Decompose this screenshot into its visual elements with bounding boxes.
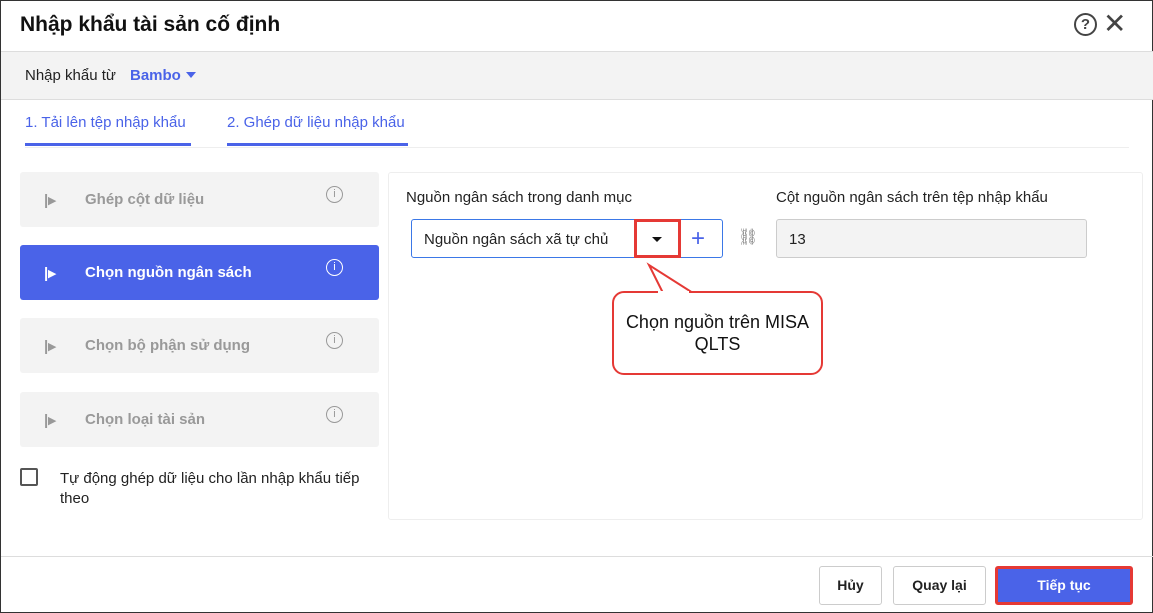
info-icon[interactable]: i	[326, 332, 343, 349]
caret-down-icon[interactable]	[186, 72, 196, 78]
info-icon[interactable]: i	[326, 259, 343, 276]
dropdown-button[interactable]	[634, 219, 681, 258]
link-icon: ⛓	[738, 229, 759, 246]
column-label: Cột nguồn ngân sách trên tệp nhập khẩu	[776, 189, 1048, 206]
callout-joint	[658, 291, 689, 295]
column-field[interactable]: 13	[776, 219, 1087, 258]
step-department[interactable]: |▸ Chọn bộ phận sử dụng i	[20, 318, 379, 373]
cancel-button[interactable]: Hủy	[819, 566, 882, 605]
step-icon: |▸	[44, 338, 56, 355]
import-from-label: Nhập khẩu từ	[25, 67, 116, 84]
step-icon: |▸	[44, 412, 56, 429]
tab-divider	[25, 147, 1129, 148]
auto-match-checkbox[interactable]	[20, 468, 38, 486]
auto-match-label: Tự động ghép dữ liệu cho lần nhập khẩu t…	[60, 470, 360, 507]
add-icon[interactable]: +	[691, 225, 705, 253]
caret-down-icon	[652, 237, 662, 242]
source-label: Nguồn ngân sách trong danh mục	[406, 189, 632, 206]
step-icon: |▸	[44, 265, 56, 282]
tab-match[interactable]: 2. Ghép dữ liệu nhập khẩu	[227, 114, 408, 146]
help-icon[interactable]: ?	[1074, 13, 1097, 36]
info-icon[interactable]: i	[326, 186, 343, 203]
dialog-title: Nhập khẩu tài sản cố định	[20, 13, 281, 36]
next-button[interactable]: Tiếp tục	[995, 566, 1133, 605]
import-source-dropdown[interactable]: Bambo	[130, 67, 181, 84]
callout-bubble: Chọn nguồn trên MISA QLTS	[612, 291, 823, 375]
close-icon[interactable]: ✕	[1103, 9, 1126, 39]
step-icon: |▸	[44, 192, 56, 209]
step-match-columns[interactable]: |▸ Ghép cột dữ liệu i	[20, 172, 379, 227]
info-icon[interactable]: i	[326, 406, 343, 423]
step-budget-source[interactable]: |▸ Chọn nguồn ngân sách i	[20, 245, 379, 300]
back-button[interactable]: Quay lại	[893, 566, 986, 605]
step-asset-type[interactable]: |▸ Chọn loại tài sản i	[20, 392, 379, 447]
footer-divider	[1, 556, 1153, 557]
tab-upload[interactable]: 1. Tải lên tệp nhập khẩu	[25, 114, 191, 146]
budget-source-value[interactable]: Nguồn ngân sách xã tự chủ	[424, 231, 608, 248]
